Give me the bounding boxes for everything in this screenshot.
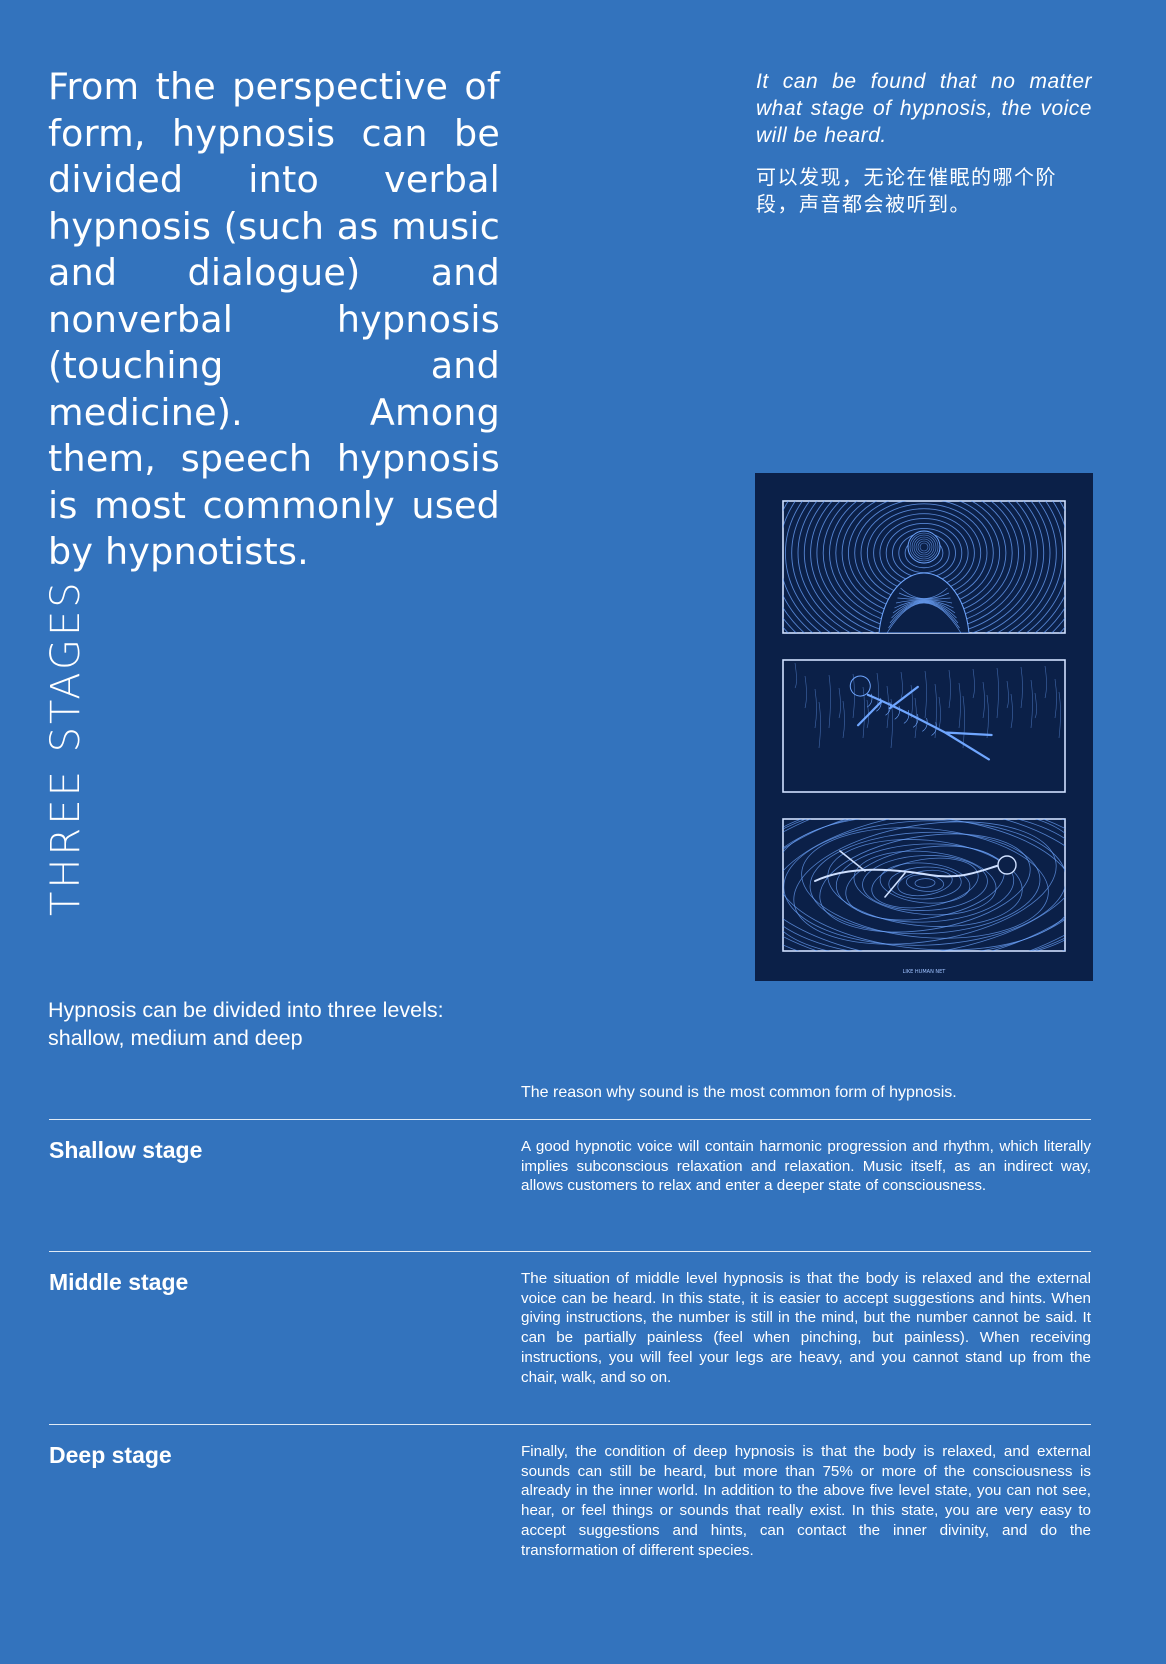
stage-title-deep: Deep stage — [49, 1442, 172, 1468]
quote-chinese: 可以发现，无论在催眠的哪个阶段，声音都会被听到。 — [756, 165, 1057, 216]
reason-caption: The reason why sound is the most common … — [521, 1084, 957, 1101]
intro-paragraph: From the perspective of form, hypnosis c… — [48, 65, 500, 573]
section-title-vertical: THREE STAGES — [43, 579, 89, 916]
poster-panel-floating-figure — [782, 659, 1066, 793]
hypnosis-poster-image: LIKE HUMAN NET — [755, 473, 1093, 981]
stage-title-shallow: Shallow stage — [49, 1137, 203, 1163]
levels-caption: Hypnosis can be divided into three level… — [48, 998, 444, 1050]
stage-text-middle: The situation of middle level hypnosis i… — [521, 1270, 1091, 1386]
poster-panel-water-ripples — [782, 818, 1066, 952]
stage-text-deep: Finally, the condition of deep hypnosis … — [521, 1443, 1091, 1559]
poster-illustration: LIKE HUMAN NET — [782, 500, 1066, 975]
divider-line — [49, 1119, 1091, 1120]
quote-english: It can be found that no matter what stag… — [756, 70, 1092, 147]
stage-text-shallow: A good hypnotic voice will contain harmo… — [521, 1138, 1091, 1195]
divider-line — [49, 1424, 1091, 1425]
stage-title-middle: Middle stage — [49, 1269, 189, 1295]
divider-line — [49, 1251, 1091, 1252]
poster-caption: LIKE HUMAN NET — [903, 969, 947, 975]
